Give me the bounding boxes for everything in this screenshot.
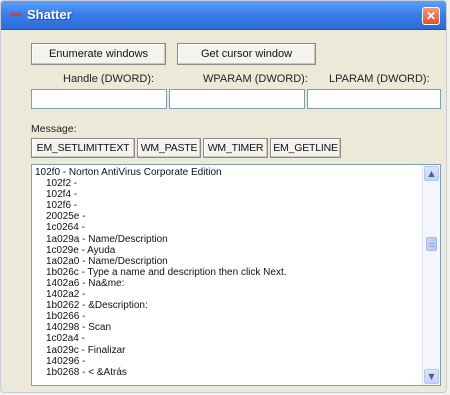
lparam-input[interactable] bbox=[307, 89, 441, 109]
wparam-label: WPARAM (DWORD): bbox=[203, 73, 308, 85]
list-item[interactable]: 102f2 - bbox=[35, 178, 422, 189]
msg-button-em-setlimittext[interactable]: EM_SETLIMITTEXT bbox=[31, 138, 135, 158]
scroll-up-button[interactable]: ▲ bbox=[424, 166, 439, 181]
list-item[interactable]: 1b0268 - < &Atrás bbox=[35, 367, 422, 378]
app-icon bbox=[10, 13, 22, 16]
window-list: 102f0 - Norton AntiVirus Corporate Editi… bbox=[35, 167, 422, 378]
list-item[interactable]: 102f0 - Norton AntiVirus Corporate Editi… bbox=[35, 167, 422, 178]
list-item[interactable]: 102f4 - bbox=[35, 189, 422, 200]
get-cursor-window-button[interactable]: Get cursor window bbox=[177, 43, 316, 65]
list-item[interactable]: 1b0262 - &Description: bbox=[35, 300, 422, 311]
window-listbox[interactable]: 102f0 - Norton AntiVirus Corporate Editi… bbox=[31, 164, 441, 386]
lparam-label: LPARAM (DWORD): bbox=[329, 73, 430, 85]
vertical-scrollbar[interactable]: ▲ ▼ bbox=[422, 165, 440, 385]
list-item[interactable]: 140298 - Scan bbox=[35, 322, 422, 333]
scroll-down-button[interactable]: ▼ bbox=[424, 369, 439, 384]
list-item[interactable]: 20025e - bbox=[35, 211, 422, 222]
scroll-down-icon: ▼ bbox=[428, 372, 435, 381]
msg-button-wm-paste[interactable]: WM_PASTE bbox=[137, 138, 201, 158]
msg-button-wm-timer[interactable]: WM_TIMER bbox=[203, 138, 268, 158]
handle-label: Handle (DWORD): bbox=[63, 73, 155, 85]
msg-button-em-getline[interactable]: EM_GETLINE bbox=[270, 138, 341, 158]
list-item[interactable]: 1b026c - Type a name and description the… bbox=[35, 267, 422, 278]
title-bar[interactable]: Shatter ✕ bbox=[1, 1, 446, 30]
wparam-input[interactable] bbox=[169, 89, 305, 109]
list-item[interactable]: 1a02a0 - Name/Description bbox=[35, 256, 422, 267]
list-item[interactable]: 1c029e - Ayuda bbox=[35, 245, 422, 256]
scrollbar-thumb[interactable] bbox=[426, 237, 437, 251]
list-item[interactable]: 1a029a - Name/Description bbox=[35, 234, 422, 245]
close-button[interactable]: ✕ bbox=[422, 7, 440, 25]
handle-input[interactable] bbox=[31, 89, 167, 109]
list-item[interactable]: 1a029c - Finalizar bbox=[35, 345, 422, 356]
enumerate-windows-button[interactable]: Enumerate windows bbox=[31, 43, 166, 65]
list-item[interactable]: 1402a6 - Na&me: bbox=[35, 278, 422, 289]
scroll-up-icon: ▲ bbox=[428, 169, 435, 178]
list-item[interactable]: 1402a2 - bbox=[35, 289, 422, 300]
list-item[interactable]: 140296 - bbox=[35, 356, 422, 367]
window-title: Shatter bbox=[27, 7, 72, 22]
list-item[interactable]: 1c0264 - bbox=[35, 222, 422, 233]
close-icon: ✕ bbox=[425, 9, 437, 23]
list-item[interactable]: 1b0266 - bbox=[35, 311, 422, 322]
list-item[interactable]: 1c02a4 - bbox=[35, 333, 422, 344]
list-item[interactable]: 102f6 - bbox=[35, 200, 422, 211]
shatter-window: Shatter ✕ Enumerate windows Get cursor w… bbox=[0, 0, 447, 393]
message-label: Message: bbox=[31, 123, 77, 135]
